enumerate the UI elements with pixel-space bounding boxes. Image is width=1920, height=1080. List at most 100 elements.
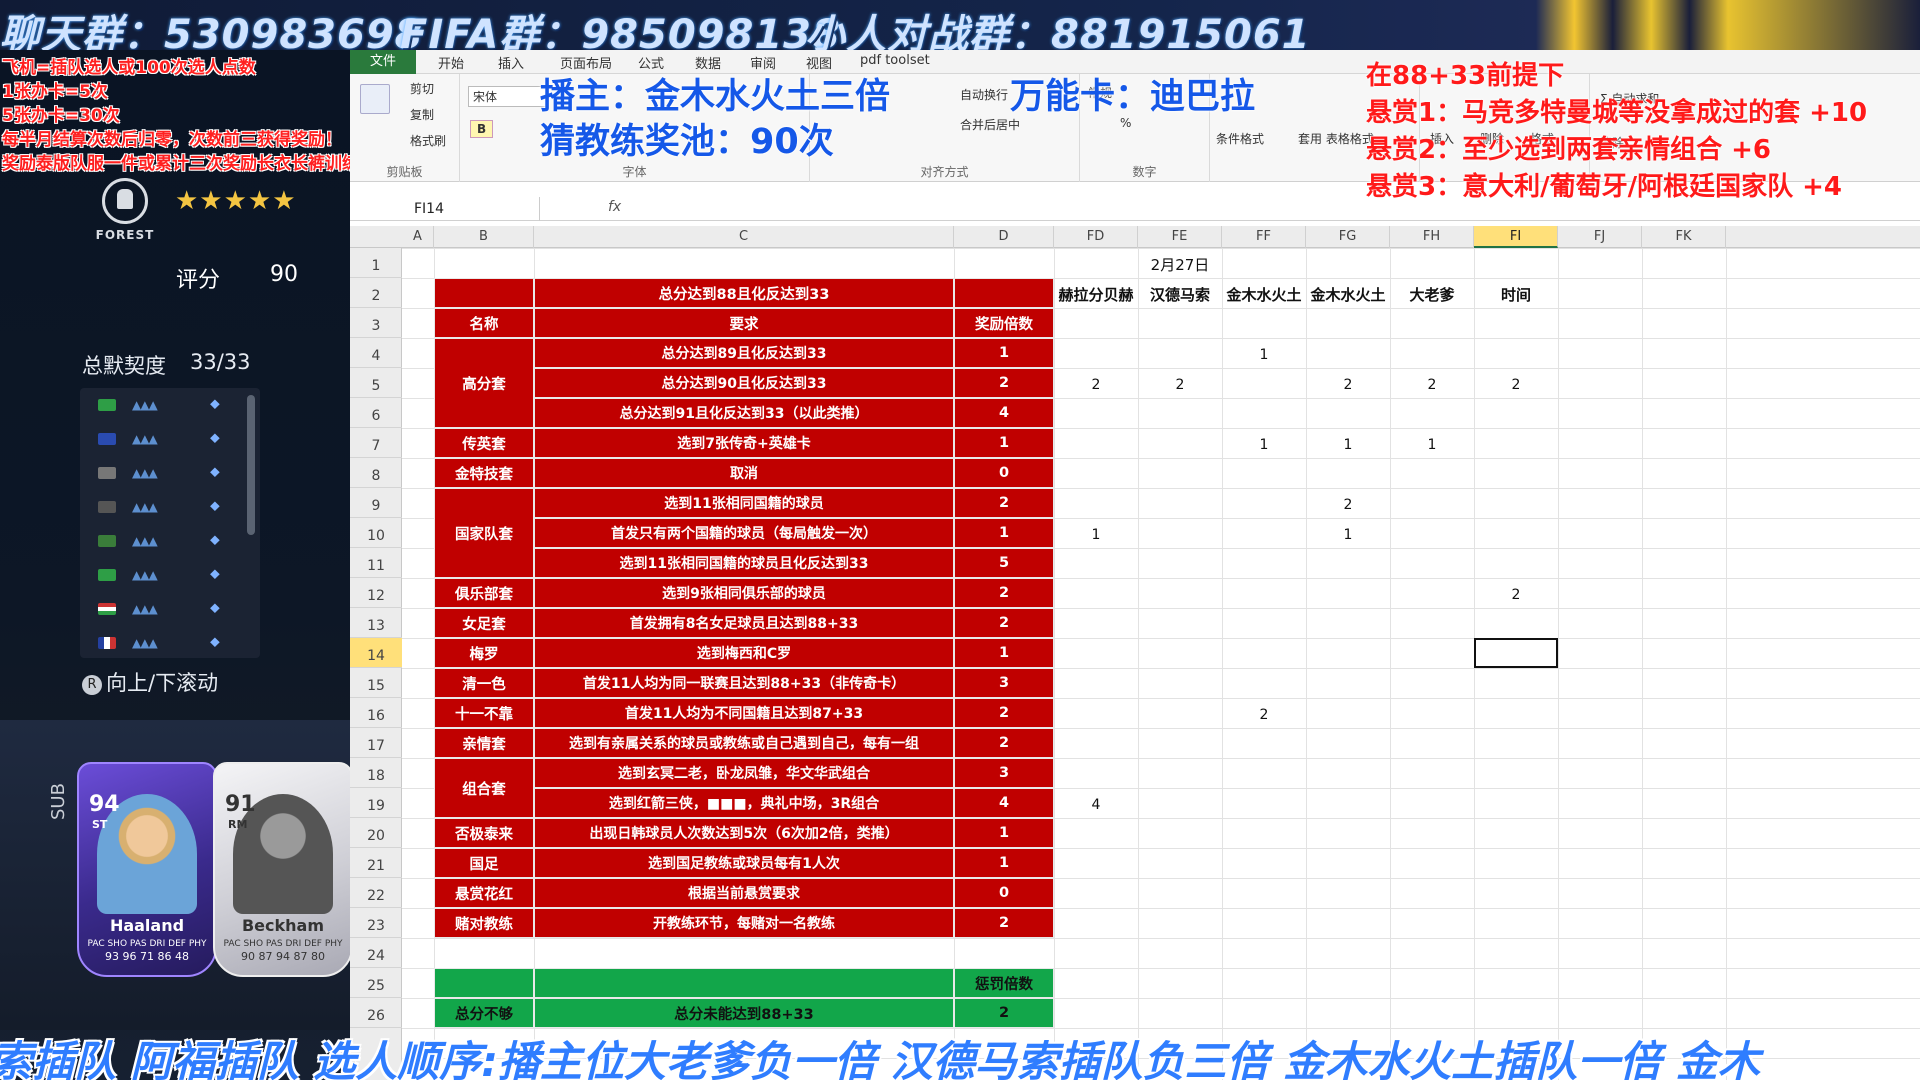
chem-scrollbar[interactable] xyxy=(247,395,255,535)
chem-row[interactable]: ▲▲▲ ⬥ xyxy=(80,558,260,592)
chem-row[interactable]: ▲▲▲ ⬥ xyxy=(80,388,260,422)
name-box[interactable]: FI14 xyxy=(350,197,540,221)
reward-multiplier-cell[interactable]: 1 xyxy=(954,638,1054,668)
chem-row[interactable]: ▲▲▲ ⬥ xyxy=(80,456,260,490)
reward-requirement-cell[interactable]: 首发11人均为同一联赛且达到88+33（非传奇卡） xyxy=(534,668,954,698)
row-header[interactable]: 26 xyxy=(350,998,402,1028)
reward-requirement-cell[interactable]: 选到7张传奇+英雄卡 xyxy=(534,428,954,458)
reward-multiplier-cell[interactable]: 3 xyxy=(954,758,1054,788)
reward-requirement-cell[interactable]: 选到11张相同国籍的球员 xyxy=(534,488,954,518)
player-header-cell[interactable]: 时间 xyxy=(1474,278,1558,308)
reward-multiplier-cell[interactable]: 2 xyxy=(954,728,1054,758)
chemistry-list[interactable]: ▲▲▲ ⬥ ▲▲▲ ⬥ ▲▲▲ ⬥ ▲▲▲ ⬥ ▲▲▲ ⬥ ▲▲▲ ⬥ ▲▲▲ ⬥ ▲▲▲ ⬥ xyxy=(80,388,260,658)
column-header-fk[interactable]: FK xyxy=(1642,226,1726,248)
reward-name-cell[interactable]: 亲情套 xyxy=(434,728,534,758)
reward-name-cell[interactable]: 赌对教练 xyxy=(434,908,534,938)
score-cell[interactable]: 1 xyxy=(1222,338,1306,368)
row-header[interactable]: 13 xyxy=(350,608,402,638)
score-cell[interactable]: 2 xyxy=(1054,368,1138,398)
score-cell[interactable]: 1 xyxy=(1222,428,1306,458)
chem-row[interactable]: ▲▲▲ ⬥ xyxy=(80,422,260,456)
row-header[interactable]: 24 xyxy=(350,938,402,968)
reward-multiplier-cell[interactable]: 2 xyxy=(954,608,1054,638)
tab-home[interactable]: 开始 xyxy=(438,53,464,72)
reward-requirement-cell[interactable]: 选到国足教练或球员每有1人次 xyxy=(534,848,954,878)
reward-name-cell[interactable]: 十一不靠 xyxy=(434,698,534,728)
tab-pdf-toolset[interactable]: pdf toolset xyxy=(860,53,930,68)
chem-row[interactable]: ▲▲▲ ⬥ xyxy=(80,592,260,626)
reward-name-cell[interactable]: 女足套 xyxy=(434,608,534,638)
reward-blank-cell[interactable] xyxy=(954,278,1054,308)
player-header-cell[interactable]: 金木水火土 xyxy=(1222,278,1306,308)
reward-requirement-cell[interactable]: 首发拥有8名女足球员且达到88+33 xyxy=(534,608,954,638)
reward-col-mult[interactable]: 奖励倍数 xyxy=(954,308,1054,338)
player-header-cell[interactable]: 汉德马索 xyxy=(1138,278,1222,308)
reward-requirement-cell[interactable]: 选到玄冥二老，卧龙凤雏，华文华武组合 xyxy=(534,758,954,788)
copy-button[interactable]: 复制 xyxy=(410,106,434,123)
row-header[interactable]: 23 xyxy=(350,908,402,938)
player-header-cell[interactable]: 大老爹 xyxy=(1390,278,1474,308)
penalty-col-mult[interactable]: 惩罚倍数 xyxy=(954,968,1054,998)
font-name-select[interactable]: 宋体 xyxy=(468,86,548,107)
reward-name-cell[interactable]: 否极泰来 xyxy=(434,818,534,848)
reward-multiplier-cell[interactable]: 0 xyxy=(954,878,1054,908)
date-cell[interactable]: 2月27日 xyxy=(1138,248,1222,278)
row-header[interactable]: 19 xyxy=(350,788,402,818)
reward-multiplier-cell[interactable]: 1 xyxy=(954,848,1054,878)
reward-multiplier-cell[interactable]: 4 xyxy=(954,398,1054,428)
column-header-c[interactable]: C xyxy=(534,226,954,248)
player-header-cell[interactable]: 赫拉分贝赫 xyxy=(1054,278,1138,308)
row-header[interactable]: 6 xyxy=(350,398,402,428)
row-header[interactable]: 25 xyxy=(350,968,402,998)
reward-requirement-cell[interactable]: 选到红箭三侠，■■■，典礼中场，3R组合 xyxy=(534,788,954,818)
row-header[interactable]: 10 xyxy=(350,518,402,548)
reward-requirement-cell[interactable]: 选到9张相同俱乐部的球员 xyxy=(534,578,954,608)
reward-blank-cell[interactable] xyxy=(434,278,534,308)
reward-multiplier-cell[interactable]: 1 xyxy=(954,428,1054,458)
row-header[interactable]: 18 xyxy=(350,758,402,788)
reward-multiplier-cell[interactable]: 2 xyxy=(954,908,1054,938)
row-header[interactable]: 14 xyxy=(350,638,402,668)
row-header[interactable]: 9 xyxy=(350,488,402,518)
column-header-d[interactable]: D xyxy=(954,226,1054,248)
reward-multiplier-cell[interactable]: 0 xyxy=(954,458,1054,488)
paste-icon[interactable] xyxy=(360,84,390,114)
row-header[interactable]: 5 xyxy=(350,368,402,398)
penalty-name-cell[interactable]: 总分不够 xyxy=(434,998,534,1028)
reward-title-cell[interactable]: 总分达到88且化反达到33 xyxy=(534,278,954,308)
player-card-beckham[interactable]: 91 RM Beckham PAC SHO PAS DRI DEF PHY 90… xyxy=(213,762,350,977)
penalty-blank-cell[interactable] xyxy=(434,968,534,998)
column-header-ff[interactable]: FF xyxy=(1222,226,1306,248)
reward-requirement-cell[interactable]: 开教练环节，每赌对一名教练 xyxy=(534,908,954,938)
row-header[interactable]: 7 xyxy=(350,428,402,458)
column-header-fi[interactable]: FI xyxy=(1474,226,1558,248)
reward-requirement-cell[interactable]: 选到有亲属关系的球员或教练或自己遇到自己，每有一组 xyxy=(534,728,954,758)
score-cell[interactable]: 2 xyxy=(1306,368,1390,398)
row-header[interactable]: 17 xyxy=(350,728,402,758)
row-header[interactable]: 4 xyxy=(350,338,402,368)
column-header-fd[interactable]: FD xyxy=(1054,226,1138,248)
bold-button[interactable]: B xyxy=(470,120,494,138)
column-header-fe[interactable]: FE xyxy=(1138,226,1222,248)
row-header[interactable]: 11 xyxy=(350,548,402,578)
row-header[interactable]: 8 xyxy=(350,458,402,488)
reward-name-cell[interactable]: 梅罗 xyxy=(434,638,534,668)
score-cell[interactable]: 1 xyxy=(1306,428,1390,458)
reward-requirement-cell[interactable]: 首发只有两个国籍的球员（每局触发一次） xyxy=(534,518,954,548)
reward-col-req[interactable]: 要求 xyxy=(534,308,954,338)
reward-multiplier-cell[interactable]: 2 xyxy=(954,368,1054,398)
row-header[interactable]: 20 xyxy=(350,818,402,848)
chem-row[interactable]: ▲▲▲ ⬥ xyxy=(80,524,260,558)
reward-name-cell[interactable]: 传英套 xyxy=(434,428,534,458)
score-cell[interactable]: 1 xyxy=(1054,518,1138,548)
reward-multiplier-cell[interactable]: 2 xyxy=(954,698,1054,728)
reward-name-cell[interactable]: 高分套 xyxy=(434,338,534,428)
conditional-format-button[interactable]: 条件格式 xyxy=(1216,130,1264,147)
reward-requirement-cell[interactable]: 选到11张相同国籍的球员且化反达到33 xyxy=(534,548,954,578)
row-header[interactable]: 2 xyxy=(350,278,402,308)
reward-multiplier-cell[interactable]: 3 xyxy=(954,668,1054,698)
reward-multiplier-cell[interactable]: 1 xyxy=(954,818,1054,848)
reward-requirement-cell[interactable]: 选到梅西和C罗 xyxy=(534,638,954,668)
selected-cell-fi14[interactable] xyxy=(1474,638,1558,668)
reward-multiplier-cell[interactable]: 5 xyxy=(954,548,1054,578)
